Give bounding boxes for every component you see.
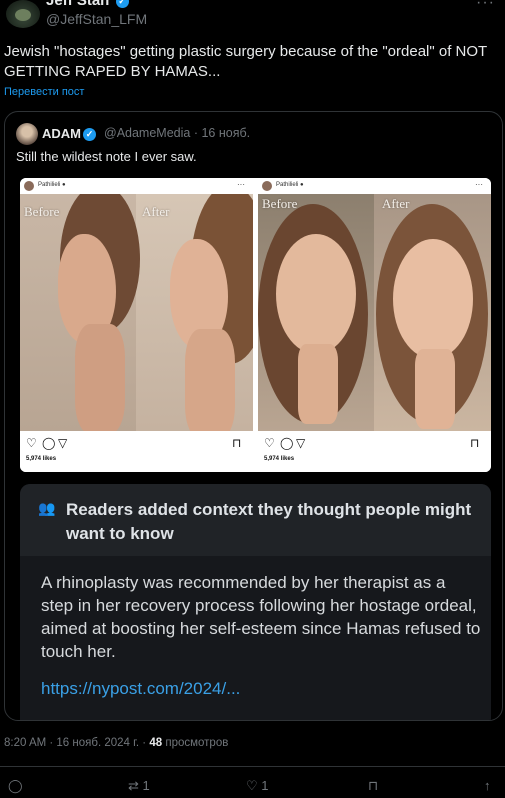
ig-username: Pathilieli ● — [276, 182, 304, 188]
ig-avatar — [262, 181, 272, 191]
ig-username: Pathilieli ● — [38, 182, 66, 188]
community-note: 👥 Readers added context they thought peo… — [20, 484, 491, 720]
like-button[interactable]: ♡ 1 — [246, 778, 269, 794]
retweet-icon: ⇄ — [128, 778, 139, 793]
ig-action-bar: ♡ ◯ ▽ ⊓ 5,974 likes — [20, 431, 253, 472]
heart-icon: ♡ — [264, 436, 275, 450]
ig-likes: 5,974 likes — [26, 456, 57, 462]
quoted-text: Still the wildest note I ever saw. — [16, 149, 197, 164]
ig-post-header: Pathilieli ● ··· — [258, 178, 491, 194]
after-label: After — [142, 204, 170, 219]
share-icon: ↑ — [484, 778, 491, 793]
bookmark-icon: ⊓ — [470, 436, 480, 450]
ig-action-bar: ♡ ◯ ▽ ⊓ 5,974 likes — [258, 431, 491, 472]
ig-more-icon: ··· — [475, 180, 483, 189]
quoted-meta: @AdameMedia · 16 нояб. — [104, 126, 250, 140]
action-bar: ◯ ⇄ 1 ♡ 1 ⊓ ↑ — [0, 778, 505, 798]
bookmark-icon: ⊓ — [368, 778, 379, 793]
author-name[interactable]: Jeff Stan ✓ — [46, 0, 129, 9]
reply-button[interactable]: ◯ — [8, 778, 23, 794]
bookmark-button[interactable]: ⊓ — [368, 778, 378, 794]
people-icon: 👥 — [38, 500, 56, 516]
community-note-body: A rhinoplasty was recommended by her the… — [41, 573, 481, 661]
author-avatar[interactable] — [6, 0, 40, 28]
verified-badge-icon: ✓ — [83, 128, 96, 141]
before-after-profile-photo: Before After — [20, 194, 253, 431]
ig-post-header: Pathilieli ● ··· — [20, 178, 253, 194]
after-label: After — [382, 196, 410, 211]
views-count: 48 — [149, 737, 163, 749]
quoted-author-name[interactable]: ADAM ✓ — [42, 126, 96, 141]
ig-more-icon: ··· — [237, 180, 245, 189]
quoted-date[interactable]: · 16 нояб. — [194, 126, 250, 140]
heart-icon: ♡ — [26, 436, 37, 450]
views-label: просмотров — [165, 737, 229, 749]
share-icon: ▽ — [296, 436, 306, 450]
tweet-timestamp: 8:20 AM · 16 нояб. 2024 г. · 48 просмотр… — [4, 737, 228, 749]
quoted-author-handle[interactable]: @AdameMedia — [104, 126, 190, 140]
timestamp-link[interactable]: 8:20 AM · 16 нояб. 2024 г. · — [4, 737, 146, 749]
before-label: Before — [262, 196, 298, 211]
ig-post-right: Pathilieli ● ··· Before After ♡ ◯ ▽ ⊓ 5,… — [258, 178, 491, 472]
share-icon: ▽ — [58, 436, 68, 450]
tweet-text: Jewish "hostages" getting plastic surger… — [4, 43, 487, 80]
comment-icon: ◯ — [280, 436, 294, 450]
community-note-link: https://nypost.com/2024/... — [41, 679, 241, 698]
more-options-icon[interactable]: ··· — [476, 0, 495, 12]
verified-badge-icon: ✓ — [115, 0, 129, 8]
ig-post-left: Pathilieli ● ··· Before After ♡ ◯ ▽ ⊓ 5,… — [20, 178, 253, 472]
comment-icon: ◯ — [42, 436, 56, 450]
reply-icon: ◯ — [8, 778, 23, 793]
quoted-image[interactable]: Pathilieli ● ··· Before After ♡ ◯ ▽ ⊓ 5,… — [20, 178, 491, 472]
bookmark-icon: ⊓ — [232, 436, 242, 450]
ig-avatar — [24, 181, 34, 191]
heart-icon: ♡ — [246, 778, 258, 793]
share-button[interactable]: ↑ — [484, 778, 491, 793]
quoted-author-avatar[interactable] — [16, 123, 38, 145]
community-note-title: Readers added context they thought peopl… — [66, 500, 472, 543]
ig-likes: 5,974 likes — [264, 456, 295, 462]
quoted-tweet[interactable]: ADAM ✓ @AdameMedia · 16 нояб. Still the w… — [4, 111, 503, 721]
author-handle[interactable]: @JeffStan_LFM — [46, 11, 147, 27]
before-label: Before — [24, 204, 60, 219]
retweet-button[interactable]: ⇄ 1 — [128, 778, 150, 794]
before-after-front-photo: Before After — [258, 194, 491, 431]
translate-post-link[interactable]: Перевести пост — [4, 86, 84, 98]
divider — [0, 766, 505, 767]
